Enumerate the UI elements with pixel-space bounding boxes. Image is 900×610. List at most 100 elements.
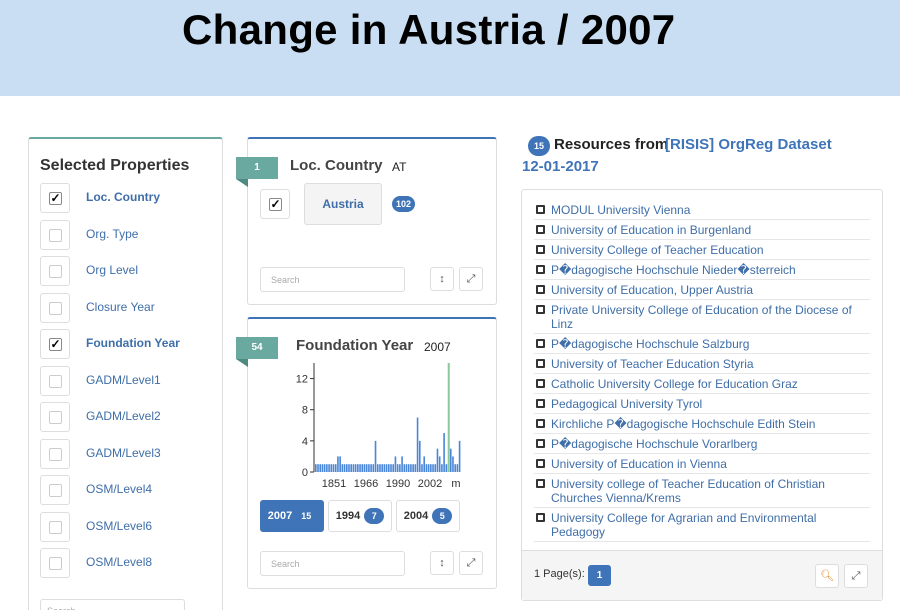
histogram-bar[interactable] [337,456,339,472]
resource-item[interactable]: P�dagogische Hochschule Nieder�sterreich [534,260,870,280]
histogram-bar[interactable] [456,464,459,472]
property-row[interactable]: OSM/Level4 [40,475,220,505]
histogram-bar[interactable] [354,464,357,472]
year-button[interactable]: 2004 5 [396,500,460,532]
resource-item[interactable]: University College for Agrarian and Envi… [534,508,870,542]
property-label[interactable]: Org. Type [86,227,138,241]
sort-icon[interactable]: ↕ [430,551,454,575]
histogram-bar[interactable] [441,464,443,472]
dataset-link[interactable]: [RISIS] OrgReg Dataset [665,136,832,153]
resource-item[interactable]: Pedagogical University Tyrol [534,394,870,414]
property-row[interactable]: ✓ Foundation Year [40,329,220,359]
resource-link[interactable]: P�dagogische Hochschule Nieder�sterreich [551,263,796,277]
property-label[interactable]: OSM/Level4 [86,482,152,496]
property-checkbox[interactable]: ✓ [40,183,70,213]
histogram-bar[interactable] [416,417,419,473]
property-checkbox[interactable] [40,511,70,542]
histogram-bar[interactable] [379,464,381,472]
histogram-bar[interactable] [412,464,414,472]
property-checkbox[interactable]: ✓ [40,329,70,359]
property-row[interactable]: OSM/Level8 [40,548,220,578]
histogram-bar[interactable] [432,464,434,472]
histogram-bar[interactable] [321,464,324,472]
resource-item[interactable]: P�dagogische Hochschule Salzburg [534,334,870,354]
property-label[interactable]: Closure Year [86,300,155,314]
property-row[interactable]: ✓ Loc. Country [40,183,220,213]
histogram-bar[interactable] [352,464,355,472]
expand-icon[interactable]: ⤢ [844,564,868,588]
resource-link[interactable]: University of Education, Upper Austria [551,283,753,297]
histogram-bar[interactable] [414,464,417,472]
histogram-bar[interactable] [407,464,410,472]
property-label[interactable]: OSM/Level6 [86,519,152,533]
resource-link[interactable]: University College for Agrarian and Envi… [551,511,816,539]
dataset-date-link[interactable]: 12-01-2017 [522,158,599,175]
histogram-bar[interactable] [405,464,408,472]
histogram-bar[interactable] [348,464,350,472]
resource-link[interactable]: MODUL University Vienna [551,203,690,217]
histogram-bar[interactable] [458,440,461,472]
resource-link[interactable]: University of Education in Burgenland [551,223,751,237]
histogram-bar[interactable] [359,464,361,472]
histogram-bar[interactable] [317,464,319,472]
histogram-bar[interactable] [374,440,377,472]
property-checkbox[interactable] [40,475,70,505]
histogram-bar[interactable] [403,464,406,472]
histogram-bar[interactable] [436,448,439,472]
histogram-bar[interactable] [390,464,392,472]
histogram-bar[interactable] [449,448,452,472]
resource-link[interactable]: University college of Teacher Education … [551,477,825,505]
histogram-bar[interactable] [323,464,326,472]
resource-link[interactable]: P�dagogische Hochschule Vorarlberg [551,437,757,451]
resource-item[interactable]: P�dagogische Hochschule Vorarlberg [534,434,870,454]
histogram-bar[interactable] [357,464,359,472]
resource-item[interactable]: University of Teacher Education Styria [534,354,870,374]
histogram-bar[interactable] [423,456,426,472]
histogram-bar[interactable] [430,464,432,472]
histogram-bar[interactable] [410,464,412,472]
resource-link[interactable]: University of Teacher Education Styria [551,357,754,371]
histogram-bar[interactable] [443,433,445,472]
property-checkbox[interactable] [40,292,70,323]
selected-year-bar[interactable] [447,363,450,472]
histogram-bar[interactable] [365,464,368,472]
property-row[interactable]: GADM/Level1 [40,365,220,396]
histogram-bar[interactable] [385,464,388,472]
histogram-bar[interactable] [392,464,395,472]
foundation-year-chart[interactable]: 12 8 4 0 1851 1966 1990 2002 m [248,355,496,495]
resource-item[interactable]: Private University College of Education … [534,300,870,334]
histogram-bar[interactable] [343,464,346,472]
year-search-input[interactable]: Search [260,551,405,576]
histogram-bar[interactable] [438,456,441,472]
property-label[interactable]: GADM/Level2 [86,409,161,423]
resource-link[interactable]: University of Education in Vienna [551,457,727,471]
histogram-bar[interactable] [315,464,317,472]
property-label[interactable]: GADM/Level1 [86,373,161,387]
expand-icon[interactable]: ⤢ [459,267,483,291]
expand-icon[interactable]: ⤢ [459,551,483,575]
histogram-bar[interactable] [452,456,454,472]
property-row[interactable]: Org. Type [40,219,220,250]
properties-search-input[interactable]: Search [40,599,185,610]
histogram-bar[interactable] [421,464,423,472]
histogram-bar[interactable] [394,456,397,472]
histogram-bar[interactable] [401,456,403,472]
property-checkbox[interactable] [40,365,70,396]
property-checkbox[interactable] [40,438,70,469]
resource-item[interactable]: University of Education in Vienna [534,454,870,474]
histogram-bar[interactable] [332,464,335,472]
country-search-input[interactable]: Search [260,267,405,292]
histogram-bar[interactable] [370,464,372,472]
resource-item[interactable]: MODUL University Vienna [534,200,870,220]
histogram-bar[interactable] [341,464,344,472]
resource-item[interactable]: Catholic University College for Educatio… [534,374,870,394]
resource-link[interactable]: Catholic University College for Educatio… [551,377,798,391]
histogram-bar[interactable] [345,464,348,472]
histogram-bar[interactable] [350,464,353,472]
page-button[interactable]: 1 [588,565,611,586]
histogram-bar[interactable] [388,464,390,472]
histogram-bar[interactable] [454,464,456,472]
histogram-bar[interactable] [372,464,375,472]
histogram-bar[interactable] [334,464,337,472]
search-icon[interactable]: 🔍︎ [815,564,839,588]
